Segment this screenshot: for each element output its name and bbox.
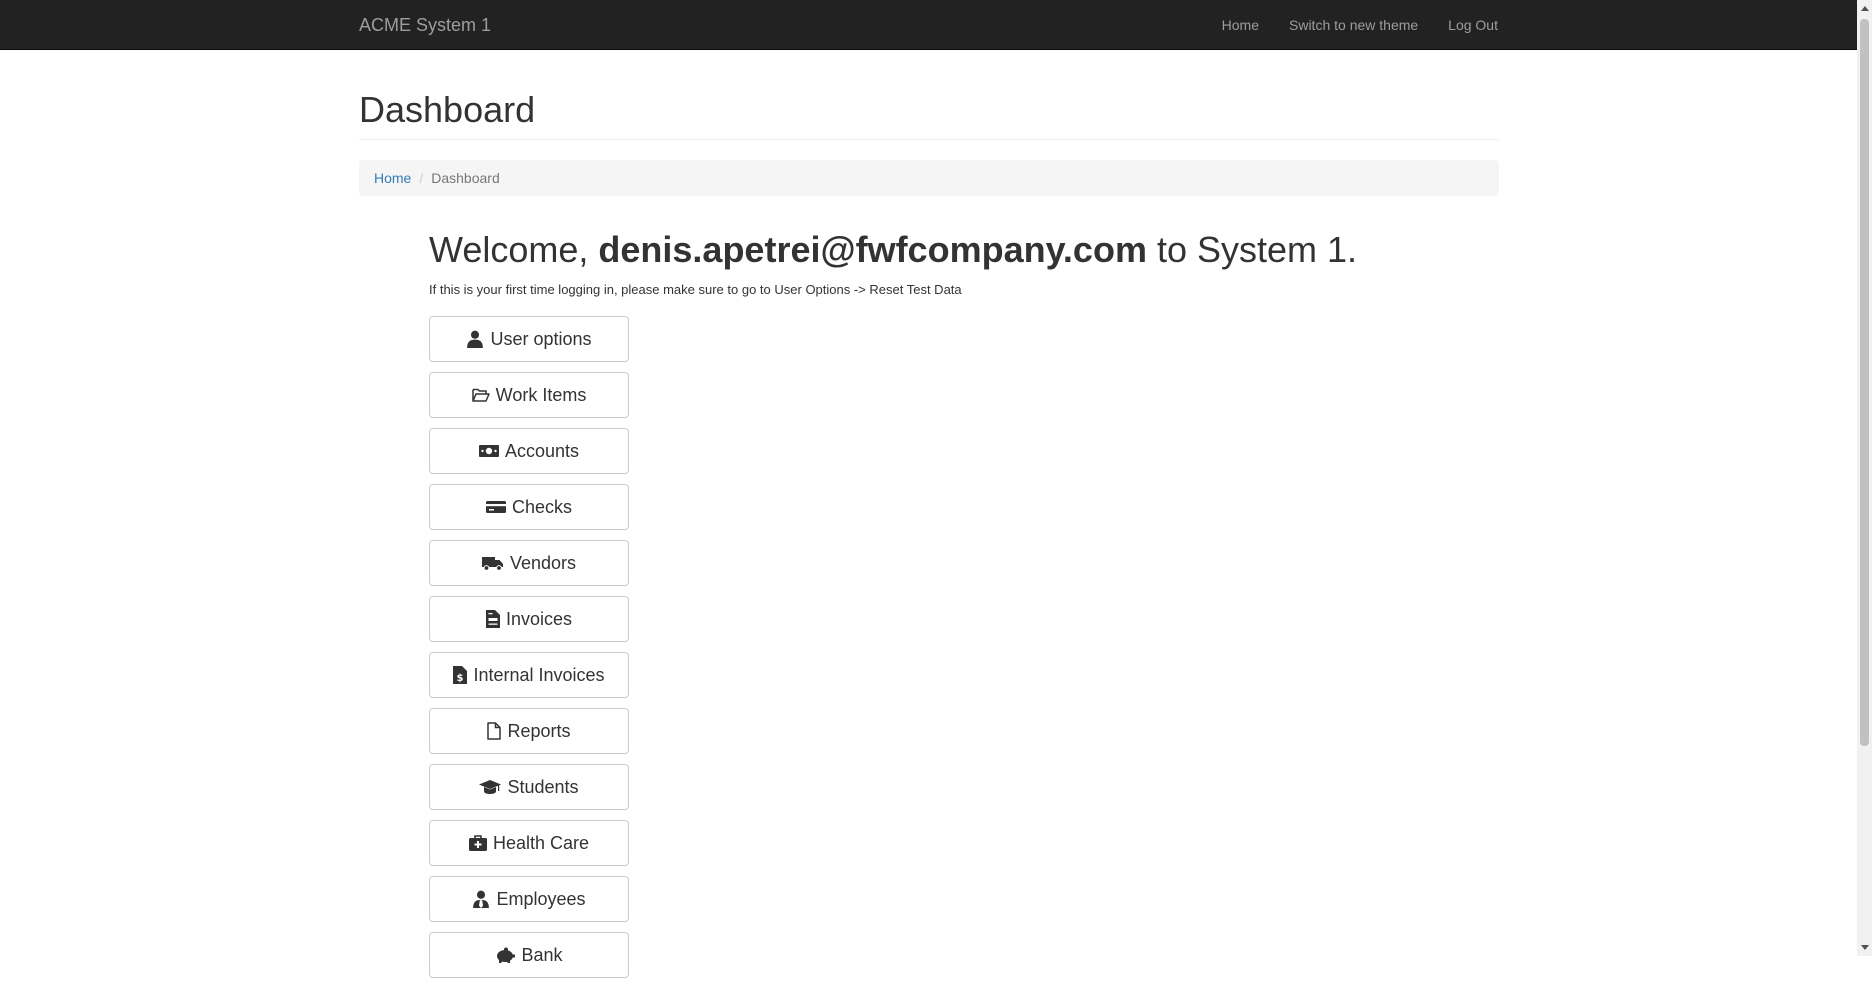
work-items-label: Work Items: [495, 384, 587, 405]
vendors-button[interactable]: Vendors: [429, 540, 629, 586]
nav-home-link[interactable]: Home: [1207, 0, 1274, 50]
user-options-button[interactable]: User options: [429, 316, 629, 362]
welcome-suffix: to System 1.: [1146, 229, 1358, 270]
truck-icon: [481, 557, 503, 571]
reports-button[interactable]: Reports: [429, 708, 629, 754]
welcome-block: Welcome, denis.apetrei@fwfcompany.com to…: [429, 230, 1357, 297]
piggy-bank-icon: [497, 947, 516, 963]
top-navbar: ACME System 1 Home Switch to new theme L…: [0, 0, 1857, 50]
students-label: Students: [507, 776, 579, 797]
file-invoice-icon: [485, 610, 500, 628]
work-items-button[interactable]: Work Items: [429, 372, 629, 418]
breadcrumb: Home / Dashboard: [359, 159, 1499, 196]
scrollbar-thumb[interactable]: [1860, 19, 1869, 746]
internal-invoices-button[interactable]: $ Internal Invoices: [429, 652, 629, 698]
reports-label: Reports: [507, 720, 571, 741]
breadcrumb-separator: /: [419, 169, 424, 186]
medkit-icon: [468, 835, 487, 851]
file-invoice-dollar-icon: $: [453, 666, 468, 684]
page-title: Dashboard: [359, 90, 1499, 140]
internal-invoices-label: Internal Invoices: [473, 664, 605, 685]
money-bill-icon: [478, 445, 499, 457]
scroll-down-arrow-icon[interactable]: [1857, 939, 1872, 956]
vendors-label: Vendors: [509, 552, 577, 573]
employees-button[interactable]: Employees: [429, 876, 629, 922]
students-button[interactable]: Students: [429, 764, 629, 810]
welcome-user-email: denis.apetrei@fwfcompany.com: [598, 229, 1147, 270]
health-care-button[interactable]: Health Care: [429, 820, 629, 866]
page-scrollbar[interactable]: [1857, 0, 1872, 956]
user-tie-icon: [473, 890, 490, 908]
folder-open-icon: [471, 388, 490, 402]
welcome-heading: Welcome, denis.apetrei@fwfcompany.com to…: [429, 230, 1357, 270]
user-icon: [467, 330, 484, 348]
accounts-label: Accounts: [504, 440, 580, 461]
svg-text:$: $: [457, 673, 464, 684]
checks-button[interactable]: Checks: [429, 484, 629, 530]
dashboard-menu: User options Work Items Accounts Checks …: [429, 316, 629, 988]
brand-link[interactable]: ACME System 1: [359, 0, 491, 50]
graduation-cap-icon: [479, 780, 502, 794]
bank-label: Bank: [521, 944, 563, 965]
bank-button[interactable]: Bank: [429, 932, 629, 978]
invoices-label: Invoices: [505, 608, 573, 629]
welcome-prefix: Welcome,: [429, 229, 599, 270]
nav-logout-link[interactable]: Log Out: [1433, 0, 1498, 50]
breadcrumb-home-link[interactable]: Home: [374, 170, 411, 186]
user-options-label: User options: [490, 328, 592, 349]
invoices-button[interactable]: Invoices: [429, 596, 629, 642]
employees-label: Employees: [496, 888, 586, 909]
nav-links: Home Switch to new theme Log Out: [1207, 0, 1498, 50]
nav-switch-theme-link[interactable]: Switch to new theme: [1274, 0, 1433, 50]
first-login-note: If this is your first time logging in, p…: [429, 281, 962, 297]
scroll-up-arrow-icon[interactable]: [1857, 0, 1872, 17]
main-container: Dashboard Home / Dashboard Welcome, deni…: [359, 50, 1499, 978]
checks-label: Checks: [511, 496, 573, 517]
health-care-label: Health Care: [492, 832, 590, 853]
breadcrumb-current: Dashboard: [431, 169, 500, 186]
accounts-button[interactable]: Accounts: [429, 428, 629, 474]
credit-card-icon: [485, 501, 506, 513]
file-icon: [487, 722, 502, 740]
